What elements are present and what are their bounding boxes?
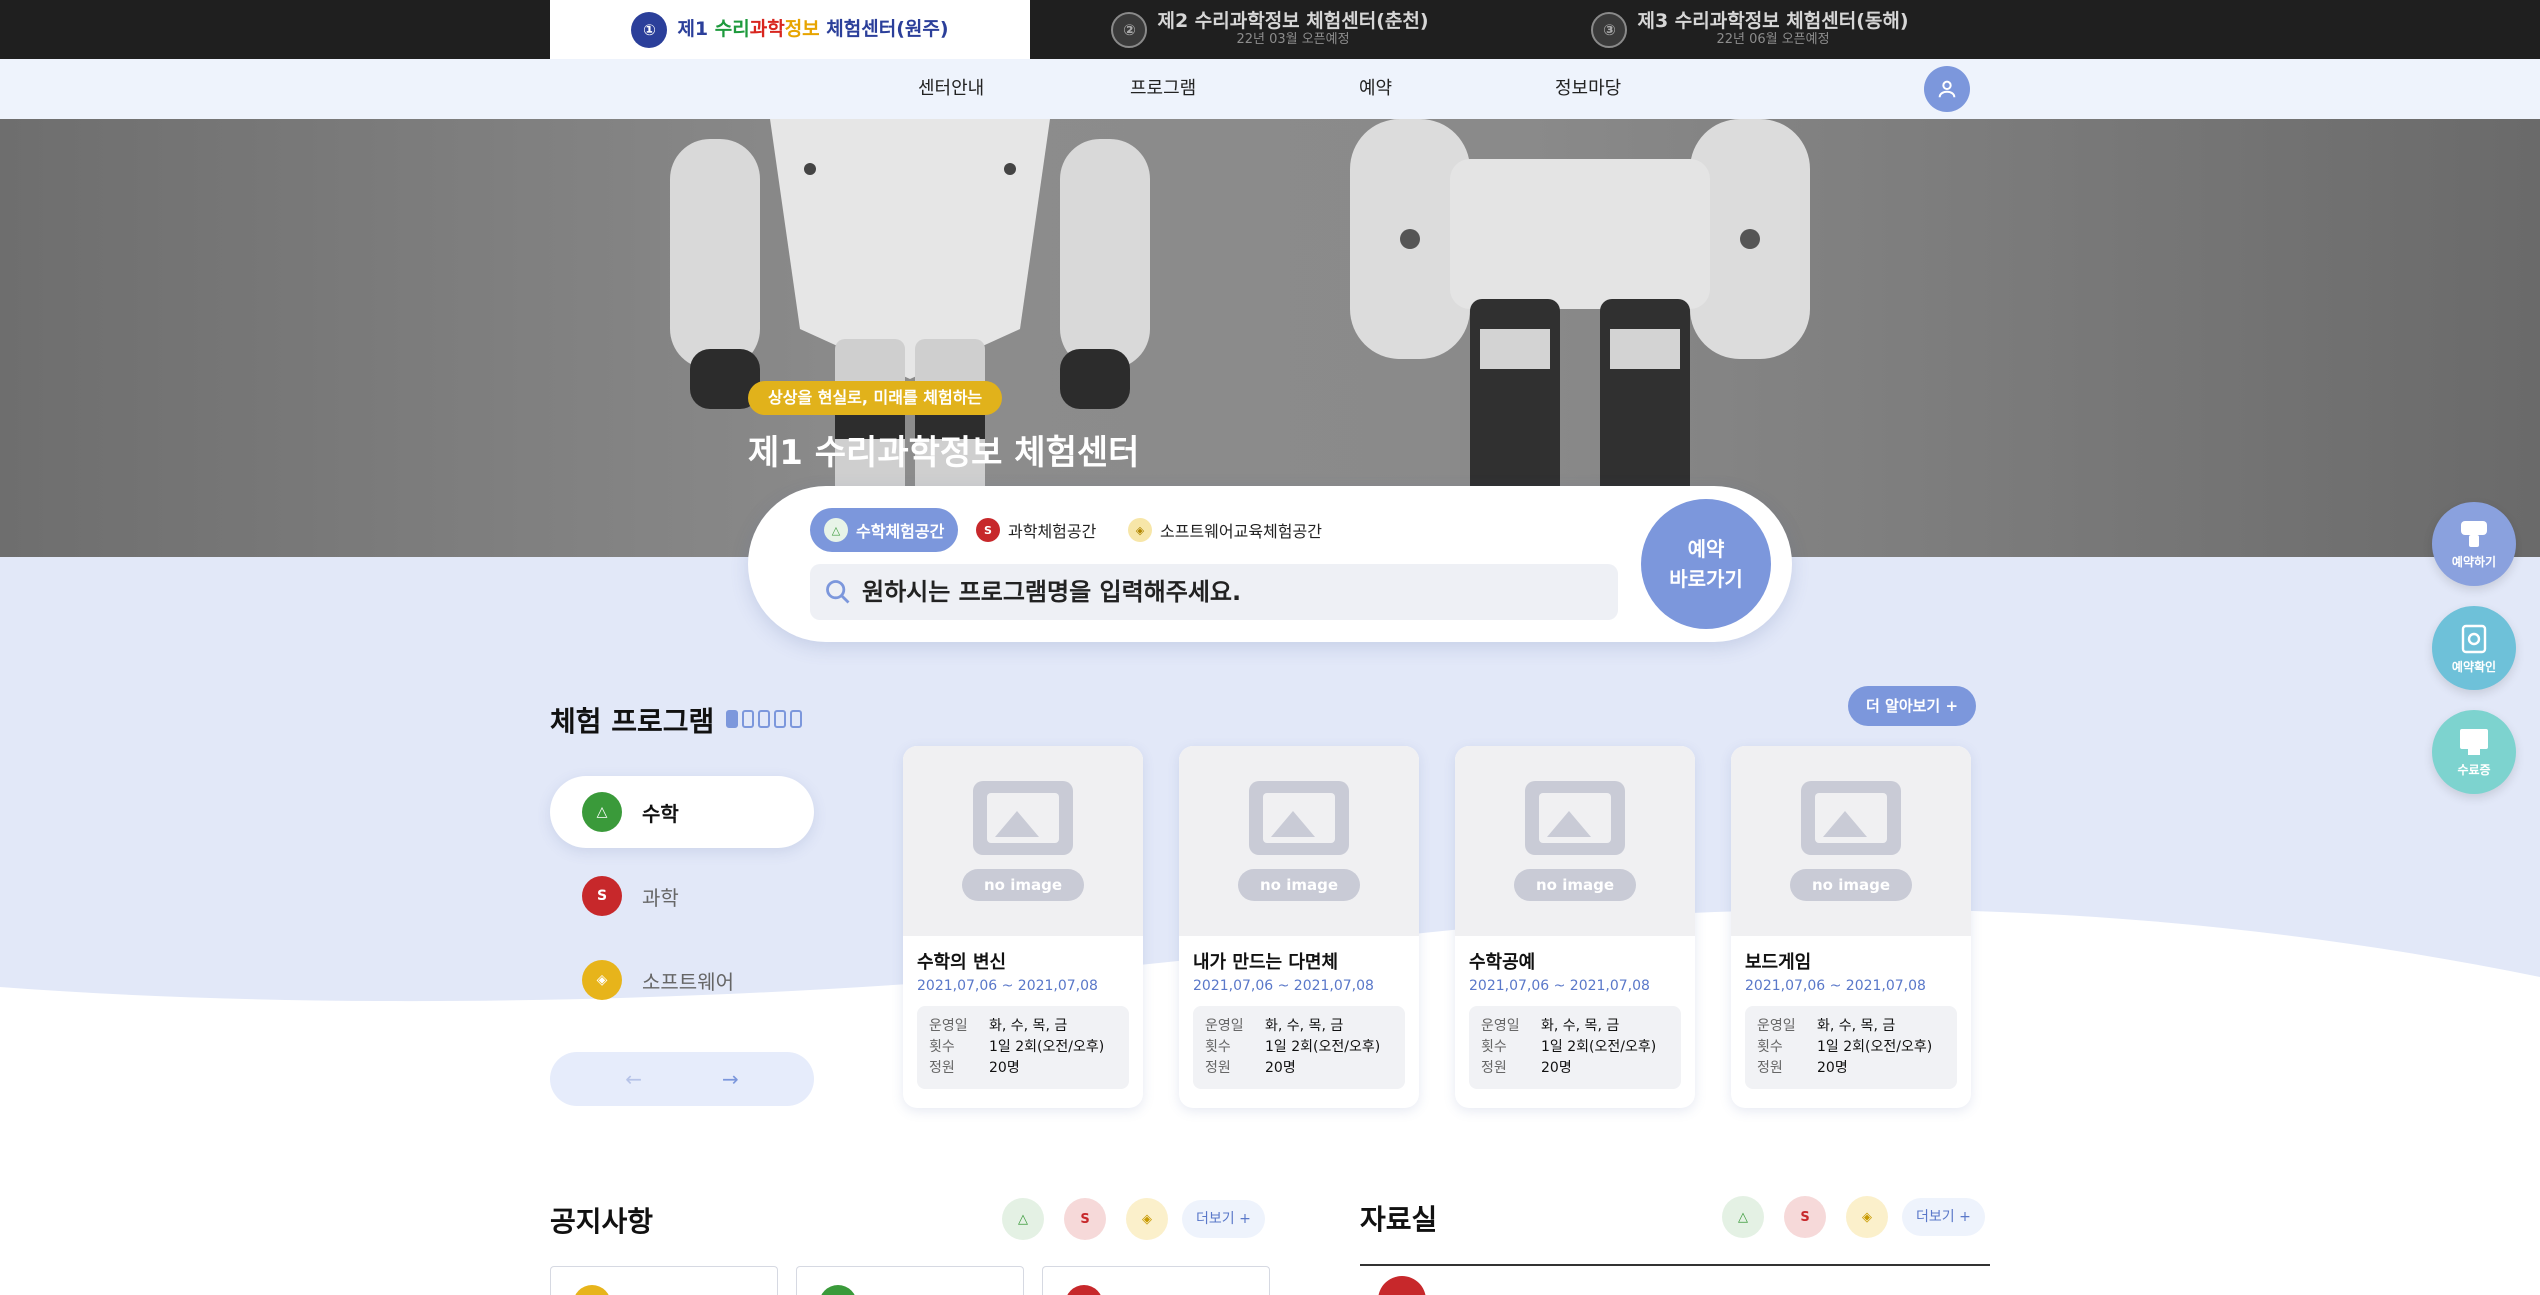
- check-icon: [2461, 624, 2487, 653]
- notice-card[interactable]: [796, 1266, 1024, 1295]
- software-icon: [573, 1285, 611, 1295]
- program-image: no image: [903, 746, 1143, 936]
- nav-item-reservation[interactable]: 예약: [1359, 59, 1392, 119]
- software-icon: ◈: [1128, 518, 1152, 542]
- image-placeholder-icon: [1801, 781, 1901, 855]
- notice-more-button[interactable]: 더보기 +: [1182, 1200, 1265, 1238]
- program-info: 운영일 화, 수, 목, 금 횟수 1일 2회(오전/오후) 정원 20명: [1193, 1006, 1405, 1089]
- category-science[interactable]: S 과학: [550, 860, 814, 932]
- float-reserve-button[interactable]: 예약하기: [2432, 502, 2516, 586]
- category-software[interactable]: ◈ 소프트웨어: [550, 944, 814, 1016]
- nav-item-center-info[interactable]: 센터안내: [918, 59, 984, 119]
- search-tab-math[interactable]: △ 수학체험공간: [810, 508, 959, 552]
- program-title: 수학공예: [1469, 952, 1536, 973]
- indicator-dot: [774, 710, 786, 728]
- notice-filter-math-icon[interactable]: △: [1002, 1198, 1044, 1240]
- archive-more-button[interactable]: 더보기 +: [1902, 1198, 1985, 1236]
- user-button[interactable]: [1924, 66, 1970, 112]
- indicator-dot: [758, 710, 770, 728]
- programs-pager: ← →: [550, 1052, 814, 1106]
- nav-item-info[interactable]: 정보마당: [1555, 59, 1621, 119]
- center-tab-title: 제2 수리과학정보 체험센터(춘천): [1157, 10, 1429, 33]
- program-date: 2021,07,06 ~ 2021,07,08: [917, 978, 1098, 994]
- image-placeholder-icon: [1249, 781, 1349, 855]
- float-check-button[interactable]: 예약확인: [2432, 606, 2516, 690]
- nav-item-program[interactable]: 프로그램: [1130, 59, 1196, 119]
- program-info: 운영일 화, 수, 목, 금 횟수 1일 2회(오전/오후) 정원 20명: [917, 1006, 1129, 1089]
- science-icon: [1065, 1285, 1103, 1295]
- program-date: 2021,07,06 ~ 2021,07,08: [1193, 978, 1374, 994]
- math-icon: [819, 1285, 857, 1295]
- math-icon: △: [582, 792, 622, 832]
- program-card[interactable]: no image 수학의 변신 2021,07,06 ~ 2021,07,08 …: [903, 746, 1143, 1108]
- image-placeholder-icon: [973, 781, 1073, 855]
- prev-arrow-icon[interactable]: ←: [625, 1067, 642, 1091]
- center-logo-icon: ③: [1591, 11, 1628, 48]
- image-placeholder-icon: [1525, 781, 1625, 855]
- programs-more-button[interactable]: 더 알아보기 +: [1848, 686, 1977, 726]
- search-icon: [826, 580, 850, 604]
- science-icon: S: [582, 876, 622, 916]
- search-tab-software[interactable]: ◈ 소프트웨어교육체험공간: [1114, 508, 1336, 552]
- center-tab-title: 제3 수리과학정보 체험센터(동해): [1637, 10, 1909, 33]
- program-title: 보드게임: [1745, 952, 1812, 973]
- program-info: 운영일 화, 수, 목, 금 횟수 1일 2회(오전/오후) 정원 20명: [1469, 1006, 1681, 1089]
- center-tab-subtitle: 22년 03월 오픈예정: [1236, 31, 1350, 47]
- robot-image-right: [1350, 119, 1810, 539]
- programs-title: 체험 프로그램: [550, 705, 715, 738]
- center-tab-chuncheon[interactable]: ② 제2 수리과학정보 체험센터(춘천) 22년 03월 오픈예정: [1030, 0, 1510, 59]
- science-icon: S: [976, 518, 1000, 542]
- center-logo-icon: ①: [631, 11, 668, 48]
- program-card[interactable]: no image 보드게임 2021,07,06 ~ 2021,07,08 운영…: [1731, 746, 1971, 1108]
- certificate-icon: [2460, 728, 2488, 755]
- software-icon: ◈: [582, 960, 622, 1000]
- programs-indicator: [726, 710, 802, 728]
- search-field[interactable]: [810, 564, 1618, 620]
- center-tabs: ① 제1 수리과학정보 체험센터(원주) ② 제2 수리과학정보 체험센터(춘천…: [0, 0, 2540, 59]
- center-tab-title: 제1 수리과학정보 체험센터(원주): [677, 17, 949, 40]
- search-input[interactable]: [862, 578, 1582, 606]
- program-image: no image: [1731, 746, 1971, 936]
- hero-badge: 상상을 현실로, 미래를 체험하는: [748, 381, 1003, 415]
- archive-title: 자료실: [1360, 1203, 1438, 1236]
- program-info: 운영일 화, 수, 목, 금 횟수 1일 2회(오전/오후) 정원 20명: [1745, 1006, 1957, 1089]
- math-icon: △: [824, 518, 848, 542]
- program-date: 2021,07,06 ~ 2021,07,08: [1469, 978, 1650, 994]
- main-nav: 센터안내 프로그램 예약 정보마당: [0, 59, 2540, 119]
- program-card[interactable]: no image 내가 만드는 다면체 2021,07,06 ~ 2021,07…: [1179, 746, 1419, 1108]
- user-icon: [1938, 80, 1956, 98]
- reserve-shortcut-button[interactable]: 예약 바로가기: [1641, 499, 1771, 629]
- program-title: 내가 만드는 다면체: [1193, 952, 1339, 973]
- float-certificate-button[interactable]: 수료증: [2432, 710, 2516, 794]
- notice-filter-software-icon[interactable]: ◈: [1126, 1198, 1168, 1240]
- center-logo-icon: ②: [1111, 11, 1148, 48]
- category-math[interactable]: △ 수학: [550, 776, 814, 848]
- indicator-dot: [726, 710, 738, 728]
- notice-filter-science-icon[interactable]: S: [1064, 1198, 1106, 1240]
- archive-filter-science-icon[interactable]: S: [1784, 1196, 1826, 1238]
- notice-card[interactable]: [550, 1266, 778, 1295]
- hero-title: 제1 수리과학정보 체험센터: [748, 433, 1140, 473]
- center-tab-subtitle: 22년 06월 오픈예정: [1716, 31, 1830, 47]
- program-date: 2021,07,06 ~ 2021,07,08: [1745, 978, 1926, 994]
- notice-title: 공지사항: [550, 1205, 654, 1238]
- indicator-dot: [742, 710, 754, 728]
- center-tab-wonju[interactable]: ① 제1 수리과학정보 체험센터(원주): [550, 0, 1030, 59]
- program-image: no image: [1455, 746, 1695, 936]
- archive-divider: [1360, 1264, 1990, 1266]
- program-card[interactable]: no image 수학공예 2021,07,06 ~ 2021,07,08 운영…: [1455, 746, 1695, 1108]
- program-image: no image: [1179, 746, 1419, 936]
- archive-filter-software-icon[interactable]: ◈: [1846, 1196, 1888, 1238]
- next-arrow-icon[interactable]: →: [722, 1067, 739, 1091]
- search-card: △ 수학체험공간 S 과학체험공간 ◈ 소프트웨어교육체험공간 예약바로가기: [748, 486, 1792, 642]
- indicator-dot: [790, 710, 802, 728]
- search-tab-science[interactable]: S 과학체험공간: [962, 508, 1110, 552]
- center-tab-donghae[interactable]: ③ 제3 수리과학정보 체험센터(동해) 22년 06월 오픈예정: [1510, 0, 1990, 59]
- notice-card[interactable]: [1042, 1266, 1270, 1295]
- archive-filter-math-icon[interactable]: △: [1722, 1196, 1764, 1238]
- program-title: 수학의 변신: [917, 952, 1007, 973]
- reserve-icon: [2461, 520, 2487, 547]
